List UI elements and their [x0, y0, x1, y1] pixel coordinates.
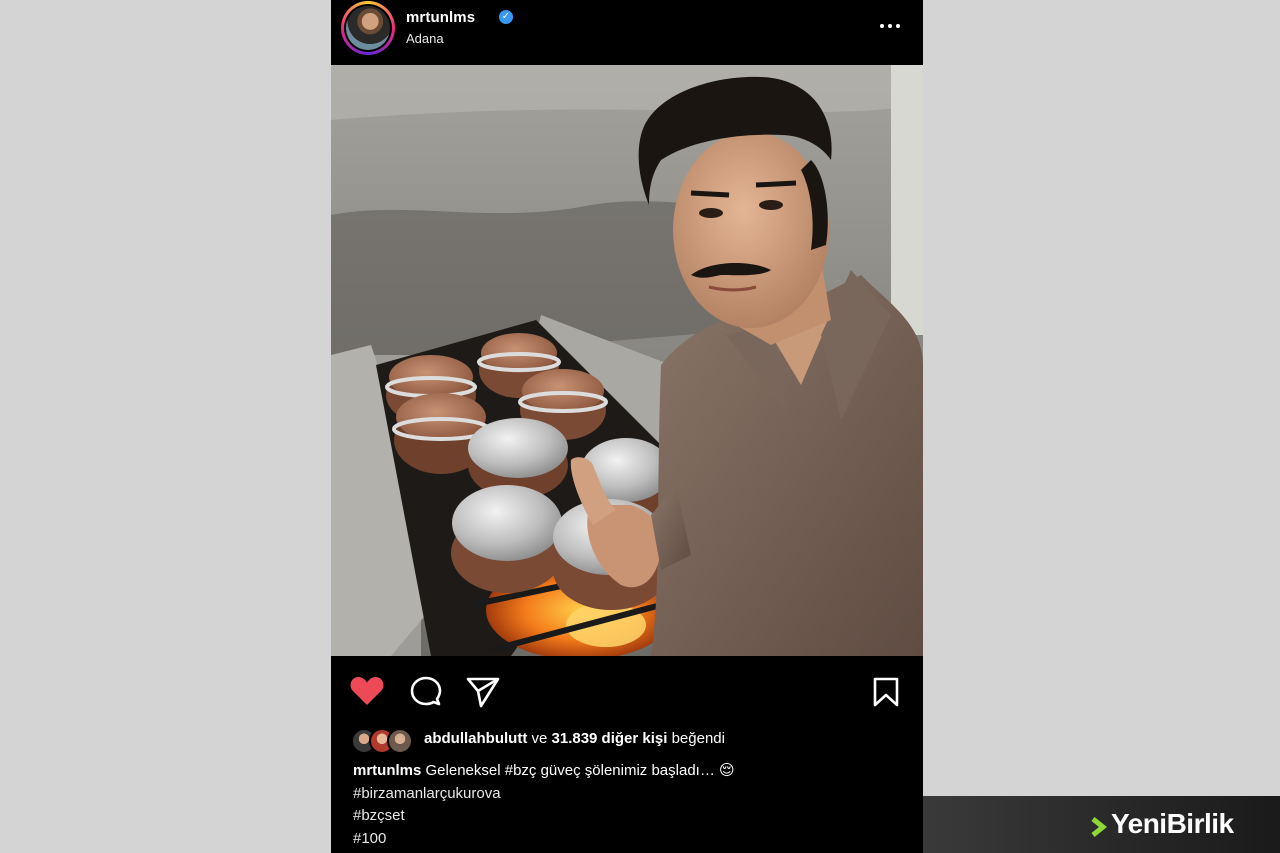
- likes-others[interactable]: 31.839 diğer kişi: [552, 730, 668, 747]
- send-icon: [466, 677, 500, 708]
- likes-suffix: beğendi: [671, 730, 725, 747]
- caption-text: Geleneksel #bzç güveç şölenimiz başladı……: [425, 762, 735, 779]
- likes-text: abdullahbulutt ve 31.839 diğer kişi beğe…: [424, 730, 725, 747]
- more-dot-icon: [896, 24, 900, 28]
- photo-illustration: [331, 65, 923, 656]
- post-actions: [331, 656, 923, 726]
- likes-summary[interactable]: abdullahbulutt ve 31.839 diğer kişi beğe…: [351, 726, 911, 754]
- comment-button[interactable]: [410, 676, 442, 708]
- post-header: mrtunlms ✓ Adana: [331, 0, 923, 65]
- caption-line: mrtunlms Geleneksel #bzç güveç şölenimiz…: [353, 760, 913, 783]
- post-location[interactable]: Adana: [406, 31, 444, 46]
- chevron-right-icon: [1091, 817, 1108, 837]
- liker-username[interactable]: abdullahbulutt: [424, 730, 527, 747]
- more-dot-icon: [880, 24, 884, 28]
- post-photo[interactable]: [331, 65, 923, 656]
- instagram-post: mrtunlms ✓ Adana abdullahbulutt ve 31.83…: [331, 0, 923, 853]
- bookmark-icon: [873, 677, 899, 707]
- caption-hashtag[interactable]: #100: [353, 828, 913, 851]
- likes-connector: ve: [531, 730, 548, 747]
- caption-hashtag[interactable]: #birzamanlarçukurova: [353, 783, 913, 806]
- post-caption: mrtunlms Geleneksel #bzç güveç şölenimiz…: [353, 760, 913, 850]
- more-dot-icon: [888, 24, 892, 28]
- avatar[interactable]: [344, 4, 392, 52]
- like-button[interactable]: [350, 676, 384, 706]
- comment-icon: [410, 676, 442, 706]
- watermark-logo: YeniBirlik: [1111, 808, 1234, 839]
- heart-icon: [350, 677, 384, 705]
- post-username[interactable]: mrtunlms: [406, 9, 475, 26]
- watermark: YeniBirlik: [923, 796, 1280, 853]
- save-button[interactable]: [872, 676, 900, 708]
- avatar-image: [346, 6, 390, 50]
- liker-avatar: [387, 728, 413, 754]
- verified-badge-icon: ✓: [499, 10, 513, 24]
- caption-username[interactable]: mrtunlms: [353, 762, 421, 779]
- share-button[interactable]: [466, 676, 500, 708]
- more-options-button[interactable]: [879, 14, 905, 38]
- caption-hashtag[interactable]: #bzçset: [353, 805, 913, 828]
- story-ring[interactable]: [341, 1, 395, 55]
